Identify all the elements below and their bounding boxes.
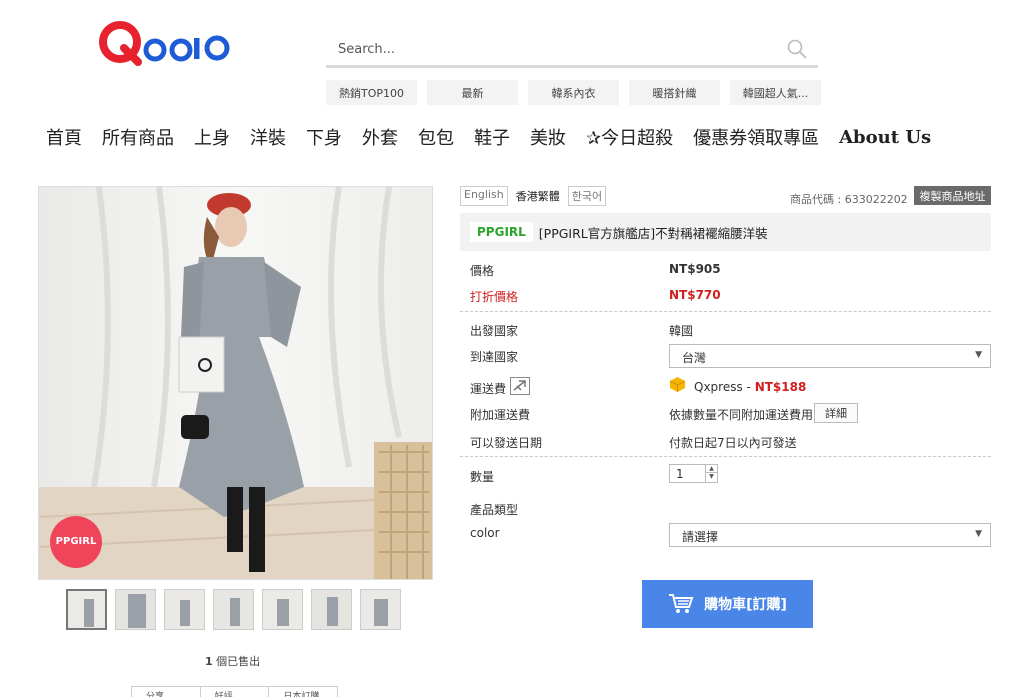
shipping-label: 運送費: [470, 382, 507, 396]
nav-shoes[interactable]: 鞋子: [474, 124, 510, 150]
divider: [460, 311, 991, 312]
discount-label: 打折價格: [470, 290, 519, 304]
thumbnail-strip: [66, 589, 401, 630]
quick-tag-korea-popular[interactable]: 韓國超人氣...: [730, 80, 821, 105]
chevron-down-icon: ▼: [975, 350, 982, 360]
decrement-icon[interactable]: ▼: [706, 473, 717, 481]
discount-value: NT$770: [669, 288, 721, 302]
shipping-price: NT$188: [754, 380, 807, 394]
chevron-down-icon: ▼: [975, 529, 982, 539]
product-title: [PPGIRL官方旗艦店]不對稱裙襬縮腰洋裝: [538, 225, 768, 241]
divider: [460, 456, 991, 457]
search-bar[interactable]: [326, 32, 818, 68]
qoo10-logo[interactable]: [98, 18, 233, 68]
quantity-label: 數量: [470, 470, 495, 484]
product-main-image[interactable]: PPGIRL: [38, 186, 433, 580]
nav-tops[interactable]: 上身: [194, 124, 230, 150]
sold-number: 1: [205, 655, 213, 668]
shipping-method: Qxpress - NT$188: [694, 380, 806, 394]
quantity-stepper[interactable]: 1 ▲ ▼: [669, 464, 718, 483]
airplane-icon[interactable]: [510, 377, 530, 395]
color-value: 請選擇: [682, 530, 719, 544]
thumbnail[interactable]: [66, 589, 107, 630]
japan-order-button[interactable]: 日本訂購: [269, 687, 337, 697]
lang-hk-traditional[interactable]: 香港繁體: [511, 186, 564, 206]
price-label: 價格: [470, 264, 495, 278]
nav-dresses[interactable]: 洋裝: [250, 124, 286, 150]
review-button[interactable]: 好評: [201, 687, 270, 697]
nav-home[interactable]: 首頁: [46, 124, 82, 150]
color-select[interactable]: 請選擇 ▼: [669, 523, 991, 547]
ppgirl-badge: PPGIRL: [55, 536, 97, 547]
destination-select[interactable]: 台灣 ▼: [669, 344, 991, 368]
quantity-value[interactable]: 1: [676, 467, 684, 481]
language-switcher: English 香港繁體 한국어: [460, 186, 607, 206]
copy-url-button[interactable]: 複製商品地址: [914, 186, 991, 205]
product-type-label: 產品類型: [470, 503, 519, 517]
share-bar: 分享 好評 日本訂購: [131, 686, 338, 697]
cart-icon: [669, 594, 694, 613]
shipping-method-name: Qxpress -: [694, 380, 755, 394]
nav-beauty[interactable]: 美妝: [530, 124, 566, 150]
search-icon[interactable]: [786, 38, 808, 60]
qxpress-icon: [669, 377, 686, 392]
destination-label: 到達國家: [470, 350, 519, 364]
destination-value: 台灣: [682, 351, 707, 365]
thumbnail[interactable]: [164, 589, 205, 630]
thumbnail[interactable]: [360, 589, 401, 630]
thumbnail[interactable]: [311, 589, 352, 630]
color-label: color: [470, 526, 500, 540]
lang-korean[interactable]: 한국어: [567, 186, 607, 206]
shop-name[interactable]: PPGIRL: [470, 222, 533, 242]
add-to-cart-button[interactable]: 購物車[訂購]: [642, 580, 813, 628]
nav-daily-deals[interactable]: ✰今日超殺: [586, 124, 673, 150]
cart-label: 購物車[訂購]: [704, 597, 787, 613]
quick-tag-top100[interactable]: 熱銷TOP100: [326, 80, 417, 105]
thumbnail[interactable]: [262, 589, 303, 630]
ship-date-value: 付款日起7日以內可發送: [669, 436, 797, 450]
nav-outerwear[interactable]: 外套: [362, 124, 398, 150]
nav-coupons[interactable]: 優惠券領取專區: [693, 124, 819, 150]
increment-icon[interactable]: ▲: [706, 465, 717, 473]
nav-bags[interactable]: 包包: [418, 124, 454, 150]
detail-button[interactable]: 詳細: [814, 403, 858, 423]
quantity-spinner: ▲ ▼: [705, 465, 717, 482]
quick-tag-knit[interactable]: 暖搭針織: [629, 80, 720, 105]
nav-bottoms[interactable]: 下身: [306, 124, 342, 150]
quick-tag-newest[interactable]: 最新: [427, 80, 518, 105]
sold-suffix: 個已售出: [212, 655, 261, 668]
price-value: NT$905: [669, 262, 721, 276]
origin-label: 出發國家: [470, 324, 519, 338]
lang-english[interactable]: English: [460, 186, 508, 206]
product-title-box: PPGIRL [PPGIRL官方旗艦店]不對稱裙襬縮腰洋裝: [460, 213, 991, 251]
quick-tag-lingerie[interactable]: 韓系內衣: [528, 80, 619, 105]
thumbnail[interactable]: [213, 589, 254, 630]
origin-value: 韓國: [669, 324, 694, 338]
nav-about-us[interactable]: About Us: [839, 127, 931, 148]
category-nav: 首頁 所有商品 上身 洋裝 下身 外套 包包 鞋子 美妝 ✰今日超殺 優惠券領取…: [46, 122, 951, 152]
extra-shipping-label: 附加運送費: [470, 408, 531, 422]
sold-count: 1 個已售出: [205, 653, 260, 669]
product-photo: [39, 187, 432, 579]
extra-shipping-value: 依據數量不同附加運送費用: [669, 408, 814, 422]
search-input[interactable]: [338, 38, 768, 60]
quick-tags: 熱銷TOP100 最新 韓系內衣 暖搭針織 韓國超人氣...: [326, 80, 821, 105]
ship-date-label: 可以發送日期: [470, 436, 543, 450]
share-button[interactable]: 分享: [132, 687, 201, 697]
nav-all-products[interactable]: 所有商品: [102, 124, 174, 150]
thumbnail[interactable]: [115, 589, 156, 630]
product-code: 商品代碼 : 633022202: [790, 193, 908, 206]
